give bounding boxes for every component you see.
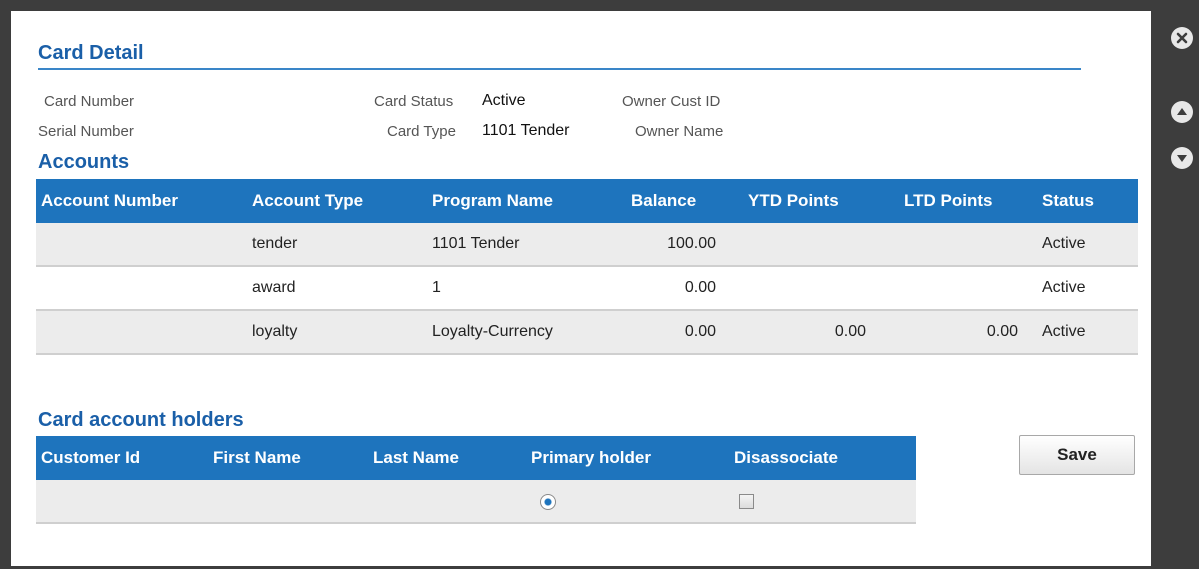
accounts-table-header: Account Number Account Type Program Name… [36,179,1138,223]
col-balance[interactable]: Balance [631,179,696,223]
close-icon[interactable] [1171,27,1193,49]
accounts-title: Accounts [38,151,130,173]
serial-number-label: Serial Number [38,123,134,140]
ltd-points-cell: 0.00 [986,323,1018,340]
card-detail-dialog: Card Detail Card Number Serial Number Ca… [11,11,1151,566]
col-status[interactable]: Status [1042,179,1094,223]
col-ltd-points[interactable]: LTD Points [904,179,992,223]
col-account-number[interactable]: Account Number [41,179,178,223]
table-row[interactable]: tender 1101 Tender 100.00 Active [36,223,1138,267]
col-program-name[interactable]: Program Name [432,179,553,223]
holders-title: Card account holders [38,409,244,431]
card-number-label: Card Number [44,93,135,110]
program-name-cell: 1101 Tender [432,235,520,252]
account-type-cell: tender [252,235,298,252]
col-first-name[interactable]: First Name [213,436,301,480]
balance-cell: 0.00 [684,323,716,340]
account-type-cell: award [252,279,296,296]
arrow-up-icon[interactable] [1171,101,1193,123]
status-cell: Active [1042,323,1086,340]
col-last-name[interactable]: Last Name [373,436,459,480]
status-cell: Active [1042,235,1086,252]
table-row[interactable]: award 1 0.00 Active [36,267,1138,311]
col-customer-id[interactable]: Customer Id [41,436,140,480]
title-divider [38,68,1081,70]
col-ytd-points[interactable]: YTD Points [748,179,839,223]
card-detail-title: Card Detail [38,42,144,64]
account-type-cell: loyalty [252,323,298,340]
col-primary-holder[interactable]: Primary holder [531,436,651,480]
card-type-value: 1101 Tender [482,122,570,139]
owner-name-label: Owner Name [635,123,724,140]
status-cell: Active [1042,279,1086,296]
disassociate-checkbox[interactable] [739,494,754,509]
program-name-cell: 1 [432,279,441,296]
program-name-cell: Loyalty-Currency [432,323,553,340]
col-account-type[interactable]: Account Type [252,179,363,223]
save-button[interactable]: Save [1019,435,1135,475]
balance-cell: 100.00 [667,235,716,252]
col-disassociate[interactable]: Disassociate [734,436,838,480]
owner-cust-id-label: Owner Cust ID [622,93,721,110]
table-row[interactable] [36,480,916,524]
ytd-points-cell: 0.00 [834,323,866,340]
holders-table-header: Customer Id First Name Last Name Primary… [36,436,916,480]
card-status-value: Active [482,92,526,109]
arrow-down-icon[interactable] [1171,147,1193,169]
balance-cell: 0.00 [684,279,716,296]
card-status-label: Card Status [374,93,454,110]
card-type-label: Card Type [387,123,456,140]
primary-holder-radio[interactable] [540,494,556,510]
table-row[interactable]: loyalty Loyalty-Currency 0.00 0.00 0.00 … [36,311,1138,355]
